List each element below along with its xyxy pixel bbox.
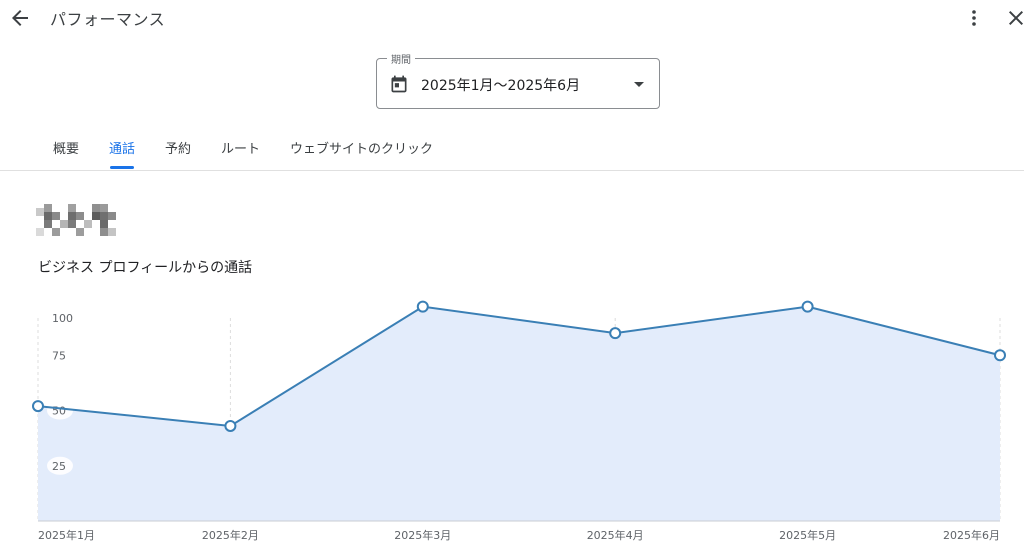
- x-tick-label: 2025年3月: [394, 528, 451, 542]
- period-select-value: 2025年1月〜2025年6月: [421, 78, 581, 94]
- more-vert-icon: [972, 10, 976, 26]
- data-point: [224, 419, 237, 432]
- close-button[interactable]: [1004, 6, 1024, 30]
- tab-calls[interactable]: 通話: [109, 138, 135, 157]
- series-area: [38, 306, 1000, 521]
- page-title: パフォーマンス: [50, 10, 166, 29]
- top-bar: パフォーマンス: [0, 0, 1024, 36]
- x-tick-label: 2025年4月: [587, 528, 644, 542]
- x-tick-label: 2025年1月: [38, 528, 95, 542]
- more-options-button[interactable]: [962, 6, 986, 30]
- tab-overview[interactable]: 概要: [53, 138, 79, 157]
- calls-chart: 100 75 50 25 2025年1月 2025年2月 2025年3月 2025年4月 202…: [32, 300, 1006, 542]
- tab-bar: 概要 通話 予約 ルート ウェブサイトのクリック: [0, 128, 1024, 171]
- y-tick-label: 50: [52, 405, 66, 418]
- data-point: [609, 327, 622, 340]
- metric-value-redacted: [36, 198, 132, 246]
- tab-bookings[interactable]: 予約: [165, 138, 191, 157]
- period-select-label: 期間: [387, 51, 415, 66]
- y-tick-label: 100: [52, 312, 73, 325]
- data-point: [416, 300, 429, 313]
- metric-label: ビジネス プロフィールからの通話: [38, 260, 253, 276]
- x-tick-label: 2025年2月: [202, 528, 259, 542]
- back-button[interactable]: [8, 6, 32, 30]
- calendar-icon: [391, 75, 407, 93]
- y-tick-label: 75: [52, 349, 66, 362]
- data-point: [801, 300, 814, 313]
- y-tick-label: 25: [52, 460, 66, 473]
- data-point: [32, 400, 44, 413]
- arrow-back-icon: [12, 10, 28, 26]
- data-point: [994, 349, 1006, 362]
- close-icon: [1009, 11, 1023, 25]
- tab-website-clicks[interactable]: ウェブサイトのクリック: [290, 138, 433, 157]
- dropdown-arrow-icon: [634, 82, 644, 87]
- x-tick-label: 2025年5月: [779, 528, 836, 542]
- period-select[interactable]: 期間 2025年1月〜2025年6月: [376, 51, 660, 109]
- tab-directions[interactable]: ルート: [221, 138, 260, 157]
- active-tab-indicator: [110, 166, 134, 169]
- x-tick-label: 2025年6月: [943, 528, 1000, 542]
